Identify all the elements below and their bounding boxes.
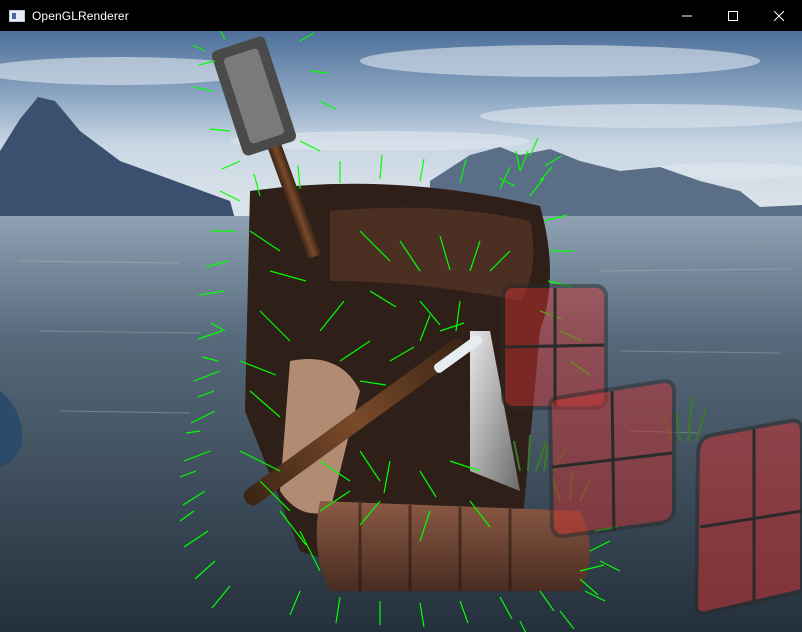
close-button[interactable] (756, 0, 802, 31)
glass-window-1 (501, 284, 608, 410)
bedroll (316, 501, 590, 591)
close-icon (774, 10, 784, 21)
app-window: OpenGLRenderer (0, 0, 802, 632)
title-bar[interactable]: OpenGLRenderer (0, 0, 802, 31)
minimize-icon (682, 15, 692, 16)
window-controls (664, 0, 802, 31)
render-viewport[interactable] (0, 31, 802, 632)
glass-window-2 (547, 378, 676, 539)
maximize-icon (728, 10, 738, 21)
maximize-button[interactable] (710, 0, 756, 31)
minimize-button[interactable] (664, 0, 710, 31)
window-title: OpenGLRenderer (32, 8, 129, 23)
scene-canvas (0, 31, 802, 632)
app-window-icon (9, 9, 25, 22)
glass-window-3 (693, 418, 802, 616)
